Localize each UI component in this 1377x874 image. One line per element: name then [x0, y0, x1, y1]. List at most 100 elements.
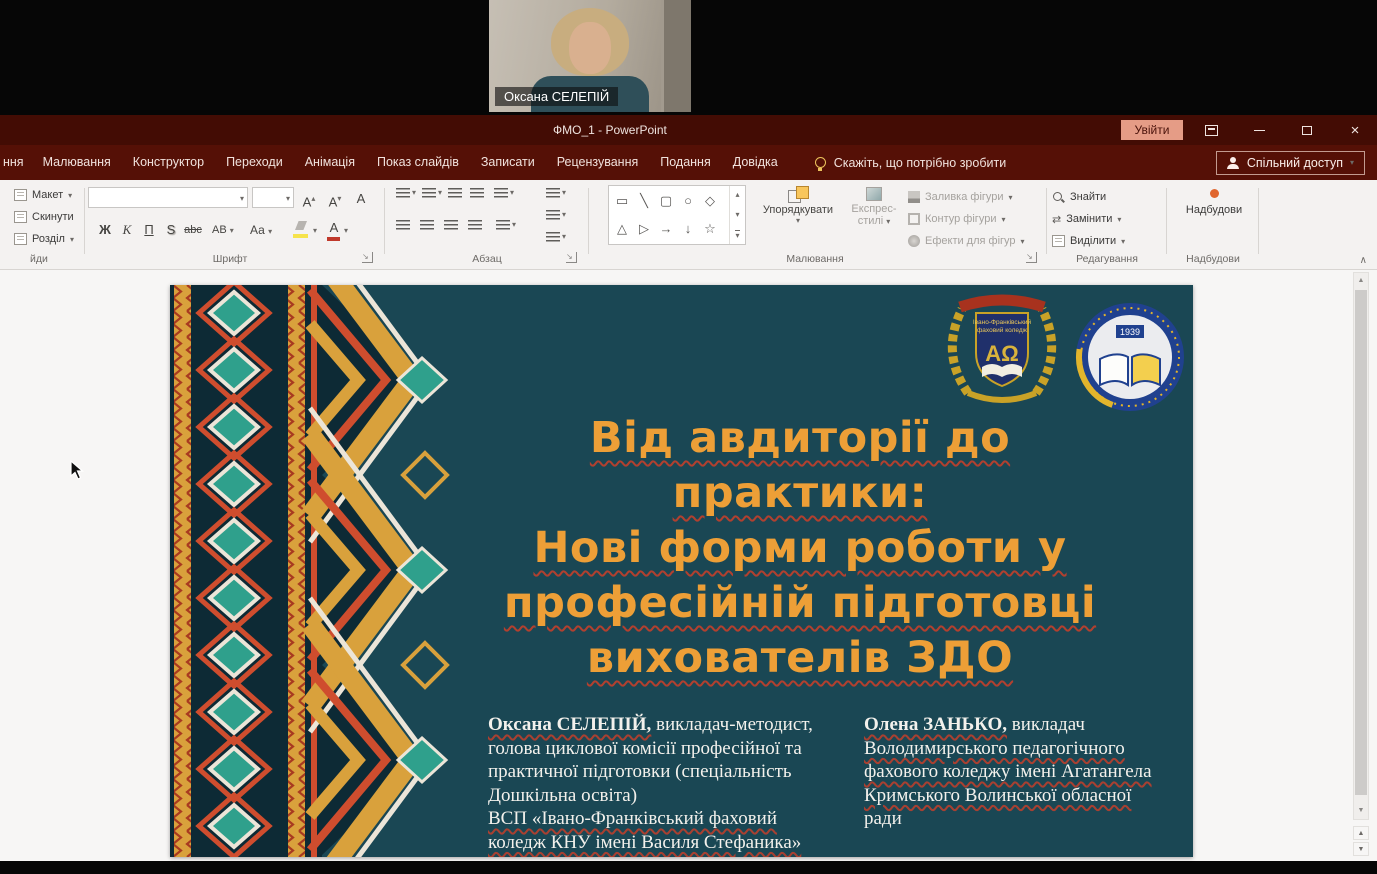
tell-me-search[interactable]: Скажіть, що потрібно зробити: [815, 156, 1007, 170]
bold-button[interactable]: Ж: [96, 219, 114, 241]
shape-rectangle-icon[interactable]: ▭: [611, 187, 633, 215]
find-button[interactable]: Знайти: [1052, 187, 1106, 207]
share-button[interactable]: Спільний доступ ▾: [1216, 151, 1365, 175]
chevron-down-icon: ▾: [1121, 237, 1125, 246]
grow-font-button[interactable]: А▴: [300, 188, 318, 210]
slide[interactable]: Івано-Франківський фаховий коледж ΑΩ 193…: [170, 285, 1193, 857]
shape-effects-button[interactable]: Ефекти для фігур▾: [908, 231, 1025, 251]
clear-formatting-label: А: [357, 191, 366, 206]
tab-design[interactable]: Конструктор: [122, 145, 215, 180]
clear-formatting-button[interactable]: А: [352, 188, 370, 210]
align-text-button[interactable]: ▾: [546, 210, 566, 221]
chevron-down-icon: ▾: [68, 191, 72, 200]
shrink-font-button[interactable]: А▾: [326, 188, 344, 210]
tab-view[interactable]: Подання: [649, 145, 721, 180]
change-case-button[interactable]: Аа ▾: [250, 219, 272, 241]
bullets-button[interactable]: ▾: [396, 188, 416, 199]
emblem-ivano-frankivsk-college[interactable]: Івано-Франківський фаховий коледж ΑΩ: [932, 291, 1072, 409]
section-label: Розділ: [32, 233, 65, 245]
select-button[interactable]: Виділити▾: [1052, 231, 1125, 251]
shapes-gallery[interactable]: ▭ ╲ ▢ ○ ◇ △ ▷ → ↓ ☆ ▴ ▾ ▾: [608, 185, 746, 245]
tab-slideshow[interactable]: Показ слайдів: [366, 145, 470, 180]
shape-diamond-icon[interactable]: ◇: [699, 187, 721, 215]
sign-in-button[interactable]: Увійти: [1121, 120, 1183, 140]
previous-slide-button[interactable]: ▲: [1353, 826, 1369, 840]
emblem1-caption-line1: Івано-Франківський: [973, 318, 1032, 326]
tab-animations[interactable]: Анімація: [294, 145, 366, 180]
increase-indent-button[interactable]: [470, 188, 484, 199]
quick-styles-label-2: стилі ▾: [844, 215, 904, 227]
shape-triangle-icon[interactable]: △: [611, 215, 633, 243]
scroll-down-button[interactable]: ▼: [1354, 803, 1368, 819]
gallery-down-icon[interactable]: ▾: [735, 210, 739, 219]
next-slide-button[interactable]: ▼: [1353, 842, 1369, 856]
align-center-button[interactable]: [420, 220, 434, 231]
slide-title[interactable]: Від авдиторії до практики: Нові форми ро…: [500, 411, 1100, 686]
tab-transitions[interactable]: Переходи: [215, 145, 294, 180]
close-button[interactable]: ×: [1334, 115, 1376, 145]
line-spacing-button[interactable]: ▾: [494, 188, 514, 199]
shape-star-icon[interactable]: ☆: [699, 215, 721, 243]
columns-button[interactable]: ▾: [496, 220, 516, 231]
decrease-indent-button[interactable]: [448, 188, 462, 199]
font-dialog-launcher[interactable]: ↘: [362, 252, 373, 263]
tab-cropped[interactable]: ння: [0, 145, 32, 180]
tab-review[interactable]: Рецензування: [546, 145, 649, 180]
shape-right-triangle-icon[interactable]: ▷: [633, 215, 655, 243]
arrange-button[interactable]: Упорядкувати ▾: [754, 185, 842, 225]
layout-button[interactable]: Макет▾: [14, 186, 72, 204]
emblem-volodymyr-college[interactable]: 1939: [1074, 301, 1186, 413]
reset-button[interactable]: Скинути: [14, 208, 74, 226]
character-spacing-button[interactable]: АВ ▾: [212, 219, 234, 241]
minimize-button[interactable]: [1238, 115, 1280, 145]
numbering-button[interactable]: ▾: [422, 188, 442, 199]
shape-line-icon[interactable]: ╲: [633, 187, 655, 215]
quick-styles-label-1: Експрес-: [844, 203, 904, 215]
shape-oval-icon[interactable]: ○: [677, 187, 699, 215]
shape-arrow-right-icon[interactable]: →: [655, 215, 677, 243]
author-right-textbox[interactable]: Олена ЗАНЬКО, викладач Володимирського п…: [864, 713, 1152, 831]
shape-outline-button[interactable]: Контур фігури▾: [908, 209, 1005, 229]
maximize-button[interactable]: [1286, 115, 1328, 145]
align-right-button[interactable]: [444, 220, 458, 231]
paragraph-dialog-launcher[interactable]: ↘: [566, 252, 577, 263]
font-name-select[interactable]: ▾: [88, 187, 248, 208]
align-left-button[interactable]: [396, 220, 410, 231]
collapse-ribbon-button[interactable]: ∧: [1360, 255, 1367, 266]
select-icon: [1052, 235, 1065, 247]
drawing-dialog-launcher[interactable]: ↘: [1026, 252, 1037, 263]
text-direction-button[interactable]: ▾: [546, 188, 566, 199]
tab-drawing[interactable]: Малювання: [32, 145, 122, 180]
scroll-up-button[interactable]: ▲: [1354, 273, 1368, 289]
shape-rounded-rectangle-icon[interactable]: ▢: [655, 187, 677, 215]
vertical-scrollbar[interactable]: ▲ ▼: [1353, 272, 1369, 820]
replace-button[interactable]: ⇄Замінити▾: [1052, 209, 1121, 229]
highlight-color-button[interactable]: [292, 220, 312, 238]
shapes-gallery-scroll[interactable]: ▴ ▾ ▾: [729, 186, 745, 244]
gallery-up-icon[interactable]: ▴: [735, 190, 739, 199]
underline-button[interactable]: П: [140, 219, 158, 241]
emblem2-year: 1939: [1120, 327, 1140, 337]
chevron-down-icon: ▾: [512, 220, 516, 229]
gallery-more-icon[interactable]: ▾: [735, 230, 739, 240]
quick-styles-button[interactable]: Експрес- стилі ▾: [844, 185, 904, 227]
author-left-textbox[interactable]: Оксана СЕЛЕПІЙ, викладач-методист, голов…: [488, 713, 813, 854]
share-person-icon: [1227, 157, 1240, 169]
italic-button[interactable]: К: [118, 219, 136, 241]
convert-smartart-button[interactable]: ▾: [546, 232, 566, 243]
section-button[interactable]: Розділ▾: [14, 230, 74, 248]
font-color-button[interactable]: А: [326, 219, 342, 241]
strikethrough-button[interactable]: abc: [184, 219, 202, 241]
text-shadow-button[interactable]: S: [162, 219, 180, 241]
participant-video[interactable]: Оксана СЕЛЕПІЙ: [489, 0, 691, 112]
justify-button[interactable]: [468, 220, 482, 231]
font-size-select[interactable]: ▾: [252, 187, 294, 208]
tab-help[interactable]: Довідка: [722, 145, 789, 180]
ribbon-display-options-button[interactable]: [1190, 115, 1232, 145]
addins-button[interactable]: Надбудови: [1172, 185, 1256, 247]
scrollbar-thumb[interactable]: [1355, 290, 1367, 795]
shape-fill-button[interactable]: Заливка фігури▾: [908, 187, 1013, 207]
shape-arrow-down-icon[interactable]: ↓: [677, 215, 699, 243]
tab-record[interactable]: Записати: [470, 145, 546, 180]
text-line: Кримського Волинської обласної: [864, 784, 1152, 808]
